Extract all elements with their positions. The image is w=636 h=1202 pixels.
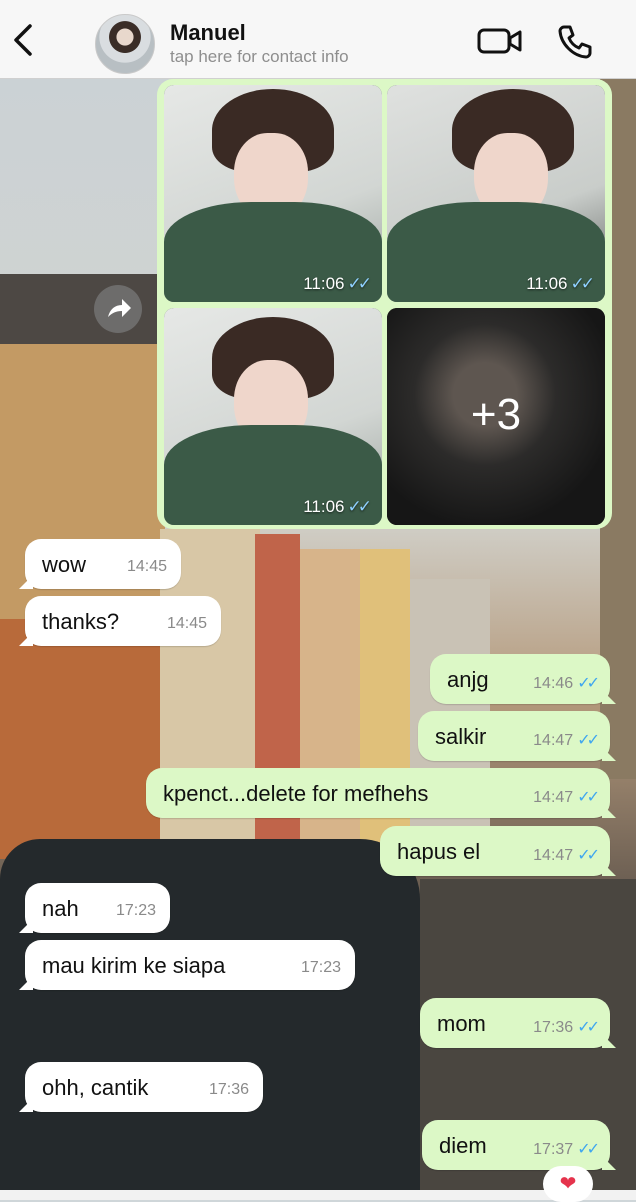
message-time: 14:47 ✓✓ [533,789,600,806]
read-ticks-icon: ✓✓ [577,675,600,692]
back-button[interactable] [6,20,40,60]
forward-button[interactable] [94,285,142,333]
incoming-message[interactable]: wow 14:45 [19,539,181,589]
read-ticks-icon: ✓✓ [577,789,600,806]
building-beige [300,549,360,869]
read-ticks-icon: ✓✓ [577,847,600,864]
read-ticks-icon: ✓✓ [570,274,595,293]
bottom-edge [0,1190,636,1200]
outgoing-message[interactable]: salkir 14:47 ✓✓ [418,711,616,761]
read-ticks-icon: ✓✓ [347,497,372,516]
message-time: 17:36 ✓✓ [533,1019,600,1036]
building-orange [0,619,165,859]
message-text: mom [437,1011,486,1036]
read-ticks-icon: ✓✓ [577,1141,600,1158]
message-time: 17:36 [208,1081,249,1098]
photo-timestamp: 11:06 ✓✓ [303,497,372,516]
message-text: hapus el [397,839,481,864]
message-time: 14:47 ✓✓ [533,732,600,749]
outgoing-message[interactable]: kpenct...delete for mefhehs 14:47 ✓✓ [146,768,616,818]
photo-thumbnail[interactable]: 11:06 ✓✓ [387,85,605,302]
chevron-left-icon [14,24,32,56]
message-text: ohh, cantik [42,1075,149,1100]
message-text: salkir [435,724,487,749]
photo-thumbnail[interactable]: 11:06 ✓✓ [164,308,382,525]
message-text: diem [439,1133,487,1158]
voice-call-button[interactable] [555,22,595,62]
video-camera-icon [477,28,522,54]
more-photos-count: +3 [470,390,522,439]
incoming-message[interactable]: nah 17:23 [19,883,170,933]
incoming-message[interactable]: mau kirim ke siapa 17:23 [19,940,355,990]
message-time: 17:23 [115,902,156,919]
media-album-bubble[interactable]: 11:06 ✓✓ 11:06 ✓✓ 11:06 ✓✓ +3 [157,79,612,529]
outgoing-message[interactable]: diem 17:37 ✓✓ [422,1120,616,1170]
more-photos-tile[interactable]: +3 [387,308,605,525]
photo-timestamp: 11:06 ✓✓ [303,274,372,293]
message-text: kpenct...delete for mefhehs [163,781,429,806]
message-time: 17:23 [300,959,341,976]
forward-arrow-icon [108,299,131,317]
message-time: 14:45 [166,615,207,632]
read-ticks-icon: ✓✓ [347,274,372,293]
outgoing-message[interactable]: mom 17:36 ✓✓ [420,998,616,1048]
message-text: thanks? [42,609,120,634]
message-text: anjg [447,667,489,692]
contact-avatar[interactable] [95,14,155,74]
building-yellow [360,549,410,869]
message-text: nah [42,896,79,921]
message-text: mau kirim ke siapa [42,953,226,978]
contact-name[interactable]: Manuel [170,20,246,46]
message-time: 14:47 ✓✓ [533,847,600,864]
message-time: 17:37 ✓✓ [533,1141,600,1158]
message-time: 14:46 ✓✓ [533,675,600,692]
message-text: wow [42,552,87,577]
heart-reaction-icon[interactable]: ❤ [543,1166,593,1202]
video-call-button[interactable] [476,24,524,58]
incoming-message[interactable]: ohh, cantik 17:36 [19,1062,263,1112]
contact-info-hint[interactable]: tap here for contact info [170,47,349,67]
photo-timestamp: 11:06 ✓✓ [526,274,595,293]
outgoing-message[interactable]: hapus el 14:47 ✓✓ [380,826,616,876]
outgoing-message[interactable]: anjg 14:46 ✓✓ [430,654,616,704]
message-time: 14:45 [126,558,167,575]
photo-thumbnail[interactable]: 11:06 ✓✓ [164,85,382,302]
incoming-message[interactable]: thanks? 14:45 [19,596,221,646]
read-ticks-icon: ✓✓ [577,732,600,749]
read-ticks-icon: ✓✓ [577,1019,600,1036]
phone-icon [558,25,592,59]
chat-header: Manuel tap here for contact info [0,0,636,79]
